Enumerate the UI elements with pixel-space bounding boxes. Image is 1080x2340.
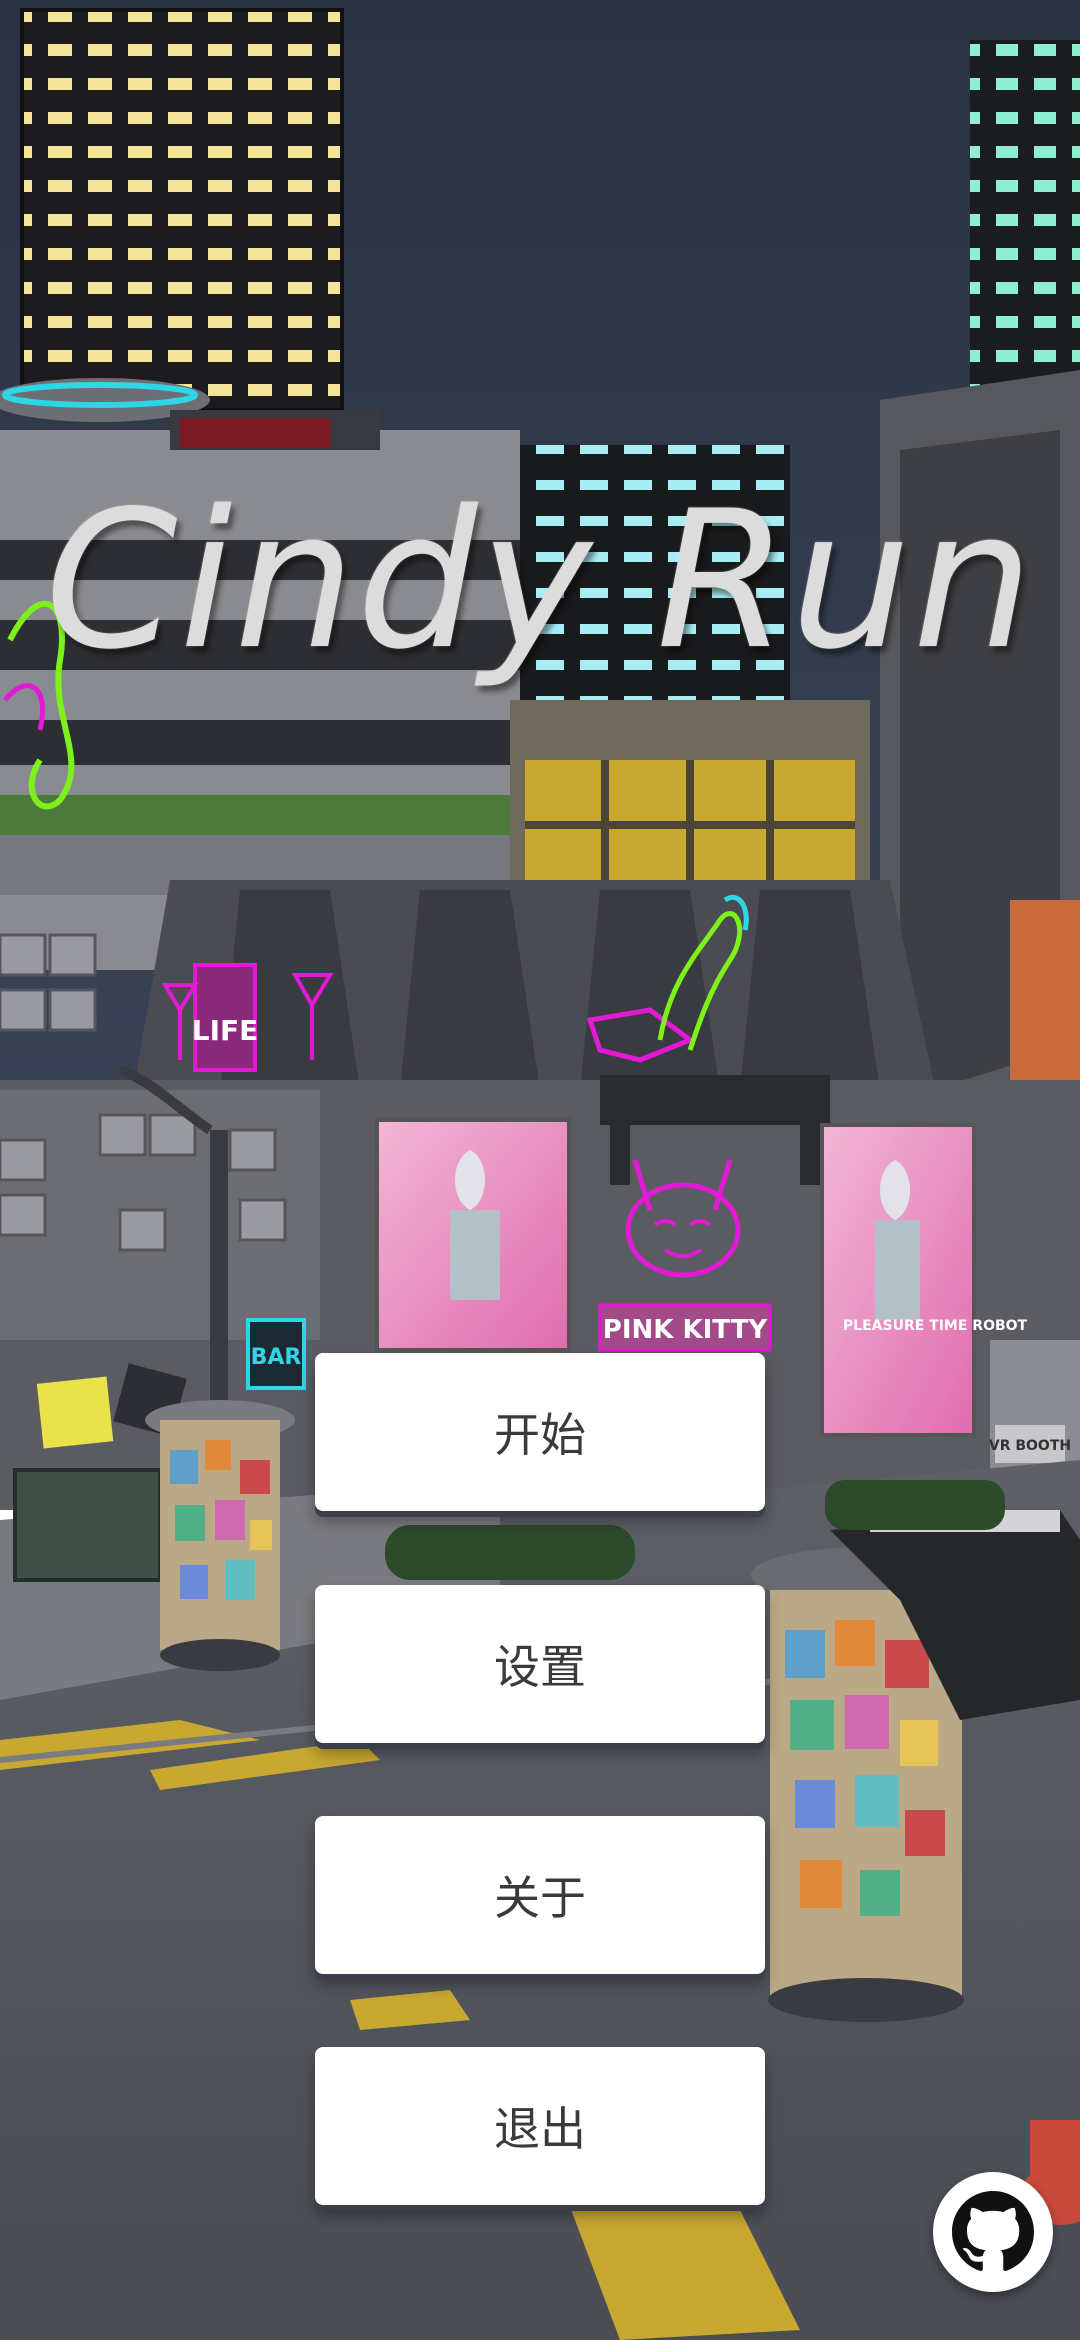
club-sign: PINK KITTY [603,1315,769,1345]
github-button[interactable] [933,2172,1053,2292]
bar-sign: BAR [251,1345,302,1370]
poster-text: PLEASURE TIME ROBOT [843,1318,1028,1334]
settings-button[interactable]: 设置 [315,1585,765,1743]
city-background: LIFE PLEASURE TIME ROBOT PINK KITTY BAR [0,0,1080,2340]
game-screen: LIFE PLEASURE TIME ROBOT PINK KITTY BAR [0,0,1080,2340]
booth-sign: VR BOOTH [989,1438,1071,1454]
exit-button[interactable]: 退出 [315,2047,765,2205]
about-button[interactable]: 关于 [315,1816,765,1974]
start-button[interactable]: 开始 [315,1353,765,1511]
game-title: Cindy Run [44,470,1036,691]
life-sign: LIFE [192,1014,259,1047]
github-icon [952,2191,1034,2271]
